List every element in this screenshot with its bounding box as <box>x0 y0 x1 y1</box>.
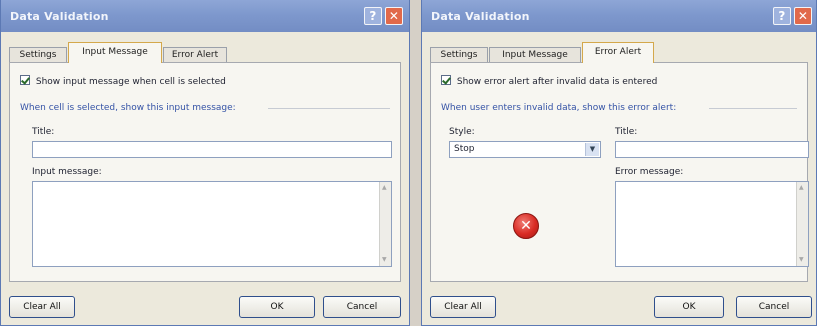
data-validation-dialog-error-alert: Data Validation ? ✕ Settings Input Messa… <box>421 0 817 326</box>
vertical-scrollbar[interactable]: ▲ ▼ <box>379 182 391 266</box>
group-label: When user enters invalid data, show this… <box>441 103 677 113</box>
scroll-up-icon[interactable]: ▲ <box>799 185 806 191</box>
group-divider <box>268 108 390 109</box>
close-button[interactable]: ✕ <box>385 7 403 25</box>
tab-error-alert[interactable]: Error Alert <box>163 47 227 62</box>
show-input-message-checkbox[interactable] <box>20 75 30 85</box>
ok-button[interactable]: OK <box>239 296 315 318</box>
help-icon: ? <box>778 9 786 23</box>
cancel-button[interactable]: Cancel <box>736 296 812 318</box>
ok-button[interactable]: OK <box>654 296 724 318</box>
scroll-down-icon[interactable]: ▼ <box>799 257 806 263</box>
input-message-label: Input message: <box>32 167 102 177</box>
title-input[interactable] <box>32 141 392 158</box>
group-label: When cell is selected, show this input m… <box>20 103 236 113</box>
vertical-scrollbar[interactable]: ▲ ▼ <box>796 182 808 266</box>
separator <box>410 0 421 326</box>
stop-icon: ✕ <box>513 213 539 239</box>
show-error-alert-label: Show error alert after invalid data is e… <box>456 77 658 87</box>
show-input-message-row[interactable]: Show input message when cell is selected <box>20 75 226 87</box>
help-icon: ? <box>369 9 377 23</box>
show-error-alert-checkbox[interactable] <box>441 75 451 85</box>
group-divider <box>709 108 797 109</box>
cancel-button[interactable]: Cancel <box>323 296 401 318</box>
title-label: Title: <box>615 127 638 137</box>
close-button[interactable]: ✕ <box>794 7 812 25</box>
clear-all-button[interactable]: Clear All <box>9 296 75 318</box>
error-message-label: Error message: <box>615 167 684 177</box>
dialog-title: Data Validation <box>431 10 530 23</box>
show-error-alert-row[interactable]: Show error alert after invalid data is e… <box>441 75 657 87</box>
scroll-down-icon[interactable]: ▼ <box>382 257 389 263</box>
tab-settings[interactable]: Settings <box>9 47 67 62</box>
help-button[interactable]: ? <box>773 7 791 25</box>
title-bar[interactable]: Data Validation ? ✕ <box>1 0 409 32</box>
input-message-textarea[interactable]: ▲ ▼ <box>32 181 392 267</box>
style-dropdown[interactable]: Stop ▼ <box>449 141 601 158</box>
tab-settings[interactable]: Settings <box>430 47 488 62</box>
dialog-title: Data Validation <box>10 10 109 23</box>
help-button[interactable]: ? <box>364 7 382 25</box>
show-input-message-label: Show input message when cell is selected <box>35 77 226 87</box>
tab-panel: Show input message when cell is selected… <box>9 62 401 282</box>
scroll-up-icon[interactable]: ▲ <box>382 185 389 191</box>
style-label: Style: <box>449 127 475 137</box>
title-label: Title: <box>32 127 55 137</box>
title-bar[interactable]: Data Validation ? ✕ <box>422 0 816 32</box>
close-icon: ✕ <box>388 9 400 23</box>
style-value: Stop <box>454 144 475 154</box>
clear-all-button[interactable]: Clear All <box>430 296 496 318</box>
error-message-textarea[interactable]: ▲ ▼ <box>615 181 809 267</box>
chevron-down-icon[interactable]: ▼ <box>585 143 599 156</box>
tab-panel: Show error alert after invalid data is e… <box>430 62 809 282</box>
tab-input-message[interactable]: Input Message <box>489 47 581 62</box>
tab-input-message[interactable]: Input Message <box>68 42 162 63</box>
title-input[interactable] <box>615 141 809 158</box>
tab-error-alert[interactable]: Error Alert <box>582 42 654 63</box>
close-icon: ✕ <box>797 9 809 23</box>
data-validation-dialog-input-message: Data Validation ? ✕ Settings Input Messa… <box>0 0 410 326</box>
